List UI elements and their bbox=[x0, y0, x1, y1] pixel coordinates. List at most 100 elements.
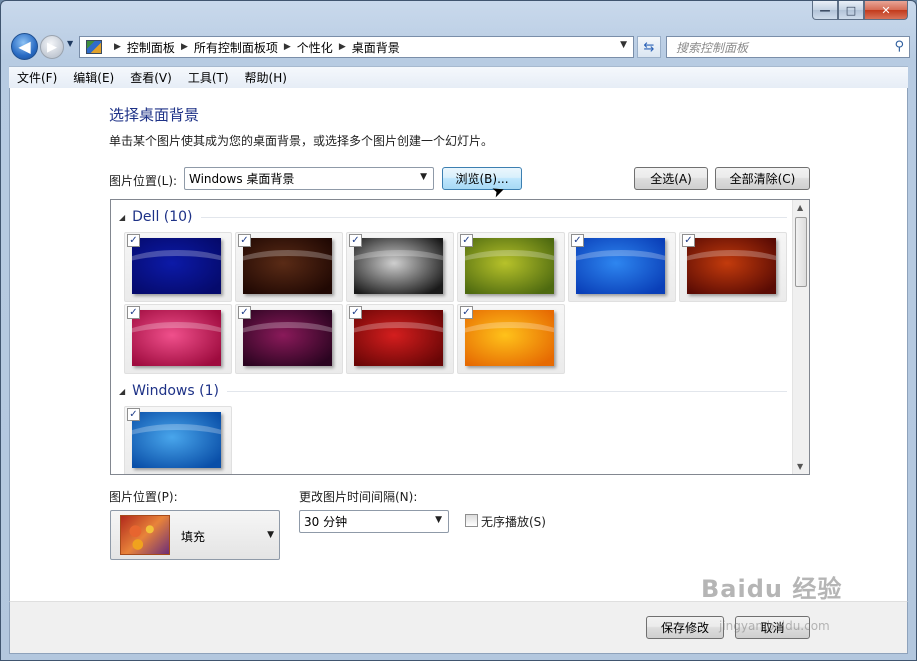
wallpaper-checkbox[interactable]: ✓ bbox=[571, 234, 584, 247]
watermark-url: jingyan.baidu.com bbox=[719, 619, 830, 633]
flower-thumbnail-icon bbox=[120, 515, 170, 555]
wallpaper-thumbnail bbox=[465, 310, 554, 366]
wallpaper-tile[interactable]: ✓ bbox=[457, 304, 565, 374]
wallpaper-tile[interactable]: ✓ bbox=[124, 304, 232, 374]
wallpaper-tile[interactable]: ✓ bbox=[124, 406, 232, 474]
chevron-right-icon[interactable]: ▶ bbox=[181, 42, 188, 52]
wallpaper-thumbnail bbox=[132, 310, 221, 366]
picture-location-label: 图片位置(L): bbox=[109, 174, 178, 188]
position-label: 图片位置(P): bbox=[109, 490, 178, 504]
control-panel-icon bbox=[86, 40, 102, 54]
caption-buttons: — □ ✕ bbox=[812, 1, 908, 20]
wallpaper-thumbnail bbox=[354, 310, 443, 366]
group-divider bbox=[200, 216, 787, 218]
collapse-triangle-icon[interactable]: ◢ bbox=[119, 213, 125, 222]
back-button[interactable]: ◀ bbox=[11, 33, 38, 60]
menu-view[interactable]: 查看(V) bbox=[122, 69, 180, 86]
breadcrumb-control-panel[interactable]: 控制面板 bbox=[127, 39, 175, 56]
chevron-right-icon[interactable]: ▶ bbox=[284, 42, 291, 52]
address-dropdown-icon[interactable]: ▼ bbox=[620, 40, 627, 50]
page-title: 选择桌面背景 bbox=[109, 106, 200, 124]
wallpaper-tile[interactable]: ✓ bbox=[124, 232, 232, 302]
breadcrumb-all-items[interactable]: 所有控制面板项 bbox=[194, 39, 278, 56]
breadcrumb-personalization[interactable]: 个性化 bbox=[297, 39, 333, 56]
picture-position-select[interactable]: 填充 ▼ bbox=[110, 510, 280, 560]
address-bar[interactable]: ▶ 控制面板 ▶ 所有控制面板项 ▶ 个性化 ▶ 桌面背景 ▼ bbox=[79, 36, 634, 58]
menu-tools[interactable]: 工具(T) bbox=[180, 69, 237, 86]
breadcrumb-desktop-background[interactable]: 桌面背景 bbox=[352, 39, 400, 56]
select-all-button[interactable]: 全选(A) bbox=[634, 167, 708, 190]
content-pane: 选择桌面背景 单击某个图片使其成为您的桌面背景，或选择多个图片创建一个幻灯片。 … bbox=[9, 88, 908, 601]
refresh-icon: ⇆ bbox=[643, 39, 655, 55]
shuffle-checkbox[interactable] bbox=[465, 514, 478, 527]
menu-help[interactable]: 帮助(H) bbox=[237, 69, 295, 86]
wallpaper-tile[interactable]: ✓ bbox=[346, 232, 454, 302]
wallpaper-tile[interactable]: ✓ bbox=[346, 304, 454, 374]
chevron-right-icon[interactable]: ▶ bbox=[339, 42, 346, 52]
chevron-down-icon: ▼ bbox=[435, 515, 442, 525]
scroll-up-icon[interactable]: ▲ bbox=[797, 203, 803, 212]
interval-value: 30 分钟 bbox=[304, 515, 348, 529]
menu-edit[interactable]: 编辑(E) bbox=[65, 69, 122, 86]
wallpaper-checkbox[interactable]: ✓ bbox=[349, 234, 362, 247]
picture-position-value: 填充 bbox=[181, 530, 206, 544]
wallpaper-checkbox[interactable]: ✓ bbox=[238, 234, 251, 247]
wallpaper-thumbnail bbox=[243, 310, 332, 366]
wallpaper-thumbnail bbox=[354, 238, 443, 294]
chevron-down-icon: ▼ bbox=[420, 172, 427, 182]
group-title: Windows (1) bbox=[132, 383, 219, 399]
refresh-button[interactable]: ⇆ bbox=[637, 36, 661, 58]
minimize-button[interactable]: — bbox=[812, 1, 838, 20]
recent-pages-dropdown[interactable]: ▼ bbox=[67, 39, 73, 48]
picture-location-select[interactable]: Windows 桌面背景 ▼ bbox=[184, 167, 434, 190]
wallpaper-tile[interactable]: ✓ bbox=[679, 232, 787, 302]
browse-button[interactable]: 浏览(B)... bbox=[442, 167, 522, 190]
navigation-bar: ◀ ▶ ▼ ▶ 控制面板 ▶ 所有控制面板项 ▶ 个性化 ▶ 桌面背景 ▼ ⇆ … bbox=[9, 31, 910, 61]
watermark-logo: Baidu 经验 bbox=[701, 575, 843, 603]
collapse-triangle-icon[interactable]: ◢ bbox=[119, 387, 125, 396]
page-subtitle: 单击某个图片使其成为您的桌面背景，或选择多个图片创建一个幻灯片。 bbox=[109, 134, 494, 148]
group-header-windows[interactable]: ◢ Windows (1) bbox=[119, 383, 787, 399]
group-divider bbox=[226, 390, 787, 392]
desktop-background-window: — □ ✕ ◀ ▶ ▼ ▶ 控制面板 ▶ 所有控制面板项 ▶ 个性化 ▶ 桌面背… bbox=[0, 0, 917, 661]
wallpaper-tile[interactable]: ✓ bbox=[568, 232, 676, 302]
wallpaper-thumbnail bbox=[576, 238, 665, 294]
interval-label: 更改图片时间间隔(N): bbox=[299, 490, 418, 504]
chevron-down-icon: ▼ bbox=[267, 530, 274, 540]
wallpaper-checkbox[interactable]: ✓ bbox=[460, 234, 473, 247]
wallpaper-tile[interactable]: ✓ bbox=[457, 232, 565, 302]
search-placeholder: 搜索控制面板 bbox=[676, 40, 749, 55]
wallpaper-tile[interactable]: ✓ bbox=[235, 304, 343, 374]
save-changes-button[interactable]: 保存修改 bbox=[646, 616, 724, 639]
search-input[interactable]: 搜索控制面板 ⚲ bbox=[666, 36, 910, 58]
back-arrow-icon: ◀ bbox=[18, 37, 31, 56]
wallpaper-checkbox[interactable]: ✓ bbox=[238, 306, 251, 319]
wallpaper-thumbnail bbox=[132, 412, 221, 468]
clear-all-button[interactable]: 全部清除(C) bbox=[715, 167, 810, 190]
search-icon[interactable]: ⚲ bbox=[894, 39, 904, 54]
picture-list[interactable]: ◢ Dell (10) ◢ Windows (1) ▲ ▼ ✓ ✓ ✓ ✓ ✓ ✓ ✓ ✓ ✓ ✓… bbox=[110, 199, 810, 475]
close-button[interactable]: ✕ bbox=[864, 1, 908, 20]
group-title: Dell (10) bbox=[132, 209, 193, 225]
scrollbar-thumb[interactable] bbox=[795, 217, 807, 287]
forward-button[interactable]: ▶ bbox=[40, 35, 64, 59]
shuffle-label[interactable]: 无序播放(S) bbox=[481, 513, 546, 530]
wallpaper-thumbnail bbox=[132, 238, 221, 294]
interval-select[interactable]: 30 分钟 ▼ bbox=[299, 510, 449, 533]
chevron-right-icon[interactable]: ▶ bbox=[114, 42, 121, 52]
wallpaper-checkbox[interactable]: ✓ bbox=[127, 408, 140, 421]
scroll-down-icon[interactable]: ▼ bbox=[797, 462, 803, 471]
menu-bar: 文件(F) 编辑(E) 查看(V) 工具(T) 帮助(H) bbox=[9, 66, 908, 88]
wallpaper-checkbox[interactable]: ✓ bbox=[127, 306, 140, 319]
wallpaper-thumbnail bbox=[687, 238, 776, 294]
vertical-scrollbar[interactable]: ▲ ▼ bbox=[792, 200, 809, 474]
wallpaper-checkbox[interactable]: ✓ bbox=[460, 306, 473, 319]
wallpaper-checkbox[interactable]: ✓ bbox=[682, 234, 695, 247]
wallpaper-checkbox[interactable]: ✓ bbox=[349, 306, 362, 319]
menu-file[interactable]: 文件(F) bbox=[9, 69, 65, 86]
maximize-button[interactable]: □ bbox=[838, 1, 864, 20]
group-header-dell[interactable]: ◢ Dell (10) bbox=[119, 209, 787, 225]
wallpaper-thumbnail bbox=[243, 238, 332, 294]
wallpaper-tile[interactable]: ✓ bbox=[235, 232, 343, 302]
wallpaper-checkbox[interactable]: ✓ bbox=[127, 234, 140, 247]
